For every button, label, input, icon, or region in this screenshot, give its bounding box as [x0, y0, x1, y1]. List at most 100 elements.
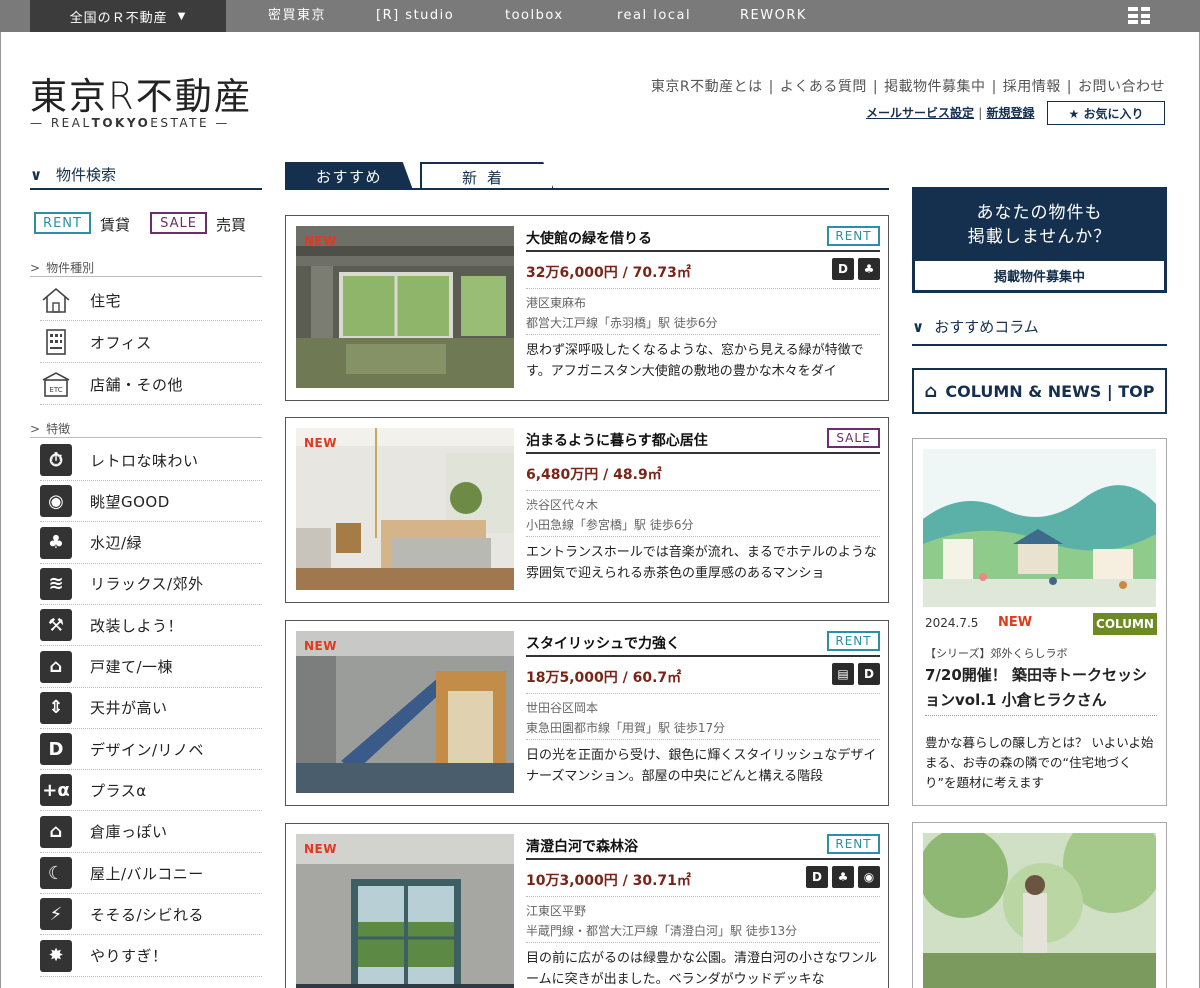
listing-description: 日の光を正面から受け、銀色に輝くスタイリッシュなデザイナーズマンション。部屋の中…	[526, 748, 877, 784]
sidebar-item-store[interactable]: ETC 店舗・その他	[40, 364, 262, 405]
sidebar-item-feature[interactable]: ⏱ レトロな味わい	[40, 440, 262, 481]
tab-new[interactable]: 新着	[420, 162, 554, 190]
sidebar-item-house[interactable]: 住宅	[40, 280, 262, 321]
top-bar: 全国のＲ不動産 ▼ 密買東京 [R] studio toolbox real l…	[0, 0, 1200, 32]
topnav-link-3[interactable]: real local	[617, 0, 691, 32]
sidebar-item-office[interactable]: オフィス	[40, 322, 262, 363]
sidebar-item-feature[interactable]: ♣ 水辺/緑	[40, 523, 262, 564]
rent-badge: RENT	[827, 834, 880, 854]
column-card[interactable]: 2024.7.5 NEW COLUMN 【シリーズ】郊外くらしラボ 7/20開催…	[912, 438, 1167, 806]
sidebar-item-feature[interactable]: ◉ 眺望GOOD	[40, 481, 262, 523]
header-link-faq[interactable]: よくある質問	[780, 79, 867, 95]
divider	[526, 288, 880, 289]
sidebar-item-feature[interactable]: ☾ 屋上/バルコニー	[40, 853, 262, 894]
header-link-contact[interactable]: お問い合わせ	[1078, 79, 1165, 95]
listing-feature-icons: D ♣ ◉	[806, 866, 880, 888]
svg-text:ETC: ETC	[49, 386, 62, 394]
listing-recruit-button[interactable]: 掲載物件募集中	[915, 261, 1164, 290]
rent-badge: RENT	[827, 226, 880, 246]
rent-filter-tag[interactable]: RENT	[34, 212, 91, 234]
listing-description: 思わず深呼吸したくなるような、窓から見える緑が特徴です。アフガニスタン大使館の敷…	[526, 343, 864, 379]
house-icon	[40, 284, 72, 316]
sidebar-item-feature[interactable]: ≋ リラックス/郊外	[40, 564, 262, 605]
divider	[925, 715, 1157, 716]
sidebar-item-feature[interactable]: +α プラスα	[40, 770, 262, 812]
listing-area: 港区東麻布	[526, 296, 587, 310]
view-icon: ◉	[858, 866, 880, 888]
listing-card[interactable]: NEW 清澄白河で森林浴 RENT 10万3,000円 / 30.71㎡ D ♣ ◉…	[285, 823, 889, 988]
chevron-down-icon: ▼	[177, 10, 187, 22]
store-icon: ETC	[40, 368, 72, 400]
retro-icon: ⏱	[40, 444, 72, 476]
column-illustration[interactable]	[923, 449, 1156, 607]
waterside-icon: ♣	[832, 866, 854, 888]
site-logo-subtitle: — REALTOKYOESTATE —	[30, 116, 230, 130]
header-link-about[interactable]: 東京R不動産とは	[651, 79, 763, 95]
sidebar-item-feature[interactable]: ⇕ 天井が高い	[40, 688, 262, 729]
listing-photo[interactable]: NEW	[296, 226, 514, 388]
sale-filter-tag[interactable]: SALE	[150, 212, 207, 234]
listing-photo[interactable]: NEW	[296, 834, 514, 988]
listing-area: 江東区平野	[526, 904, 587, 918]
listing-price: 10万3,000円 / 30.71㎡	[526, 873, 691, 889]
design-icon: D	[832, 258, 854, 280]
topnav-link-1[interactable]: [R] studio	[376, 0, 454, 32]
topnav-link-4[interactable]: REWORK	[740, 0, 807, 32]
column-photo[interactable]	[923, 833, 1156, 988]
listing-photo[interactable]: NEW	[296, 631, 514, 793]
column-news-top-button[interactable]: ⌂ COLUMN & NEWS | TOP	[912, 368, 1167, 414]
listing-price: 32万6,000円 / 70.73㎡	[526, 265, 691, 281]
sidebar-item-feature[interactable]: ✸ やりすぎ！	[40, 936, 262, 977]
sale-filter-label[interactable]: 売買	[216, 214, 246, 235]
listing-description: 目の前に広がるのは緑豊かな公園。清澄白河の小さなワンルームに突きが出ました。ベラ…	[526, 951, 878, 987]
home-icon: ⌂	[924, 380, 938, 402]
region-selector[interactable]: 全国のＲ不動産 ▼	[30, 0, 226, 32]
sidebar-item-feature[interactable]: ⚒ 改装しよう！	[40, 605, 262, 647]
topnav-link-2[interactable]: toolbox	[505, 0, 564, 32]
design-icon: D	[858, 663, 880, 685]
listing-description: エントランスホールでは音楽が流れ、まるでホテルのような雰囲気で迎えられる赤茶色の…	[526, 545, 877, 581]
listing-card[interactable]: NEW 大使館の緑を借りる RENT 32万6,000円 / 70.73㎡ D ♣…	[285, 215, 889, 401]
column-date: 2024.7.5	[925, 616, 979, 630]
listing-photo[interactable]: NEW	[296, 428, 514, 590]
rooftop-icon: ☾	[40, 857, 72, 889]
type-heading: > 物件種別	[30, 259, 262, 277]
column-tag: COLUMN	[1093, 613, 1157, 635]
listing-station: 半蔵門線・都営大江戸線「清澄白河」駅 徒歩13分	[526, 924, 798, 938]
plus-alpha-icon: +α	[40, 774, 72, 807]
listing-card[interactable]: NEW スタイリッシュで力強く RENT 18万5,000円 / 60.7㎡ ▤…	[285, 620, 889, 806]
rent-filter-label[interactable]: 賃貸	[100, 214, 130, 235]
divider	[526, 490, 880, 491]
favorites-button[interactable]: ★ お気に入り	[1047, 101, 1165, 125]
sidebar-item-feature[interactable]: ⌂ 倉庫っぽい	[40, 812, 262, 853]
menu-grid-icon[interactable]	[1128, 7, 1150, 25]
sidebar-item-feature[interactable]: ⚡ そそる/シビれる	[40, 894, 262, 936]
divider	[526, 693, 880, 694]
warehouse-icon: ⌂	[40, 815, 72, 848]
topnav-link-0[interactable]: 密買東京	[268, 0, 326, 32]
tab-recommend[interactable]: おすすめ	[285, 162, 413, 190]
column-title[interactable]: 7/20開催！ 築田寺トークセッションvol.1 小倉ヒラクさん	[925, 663, 1157, 713]
listing-area: 世田谷区岡本	[526, 701, 599, 715]
site-logo[interactable]: 東京R不動産	[30, 66, 253, 120]
sidebar-item-feature[interactable]: ⌂ 戸建て/一棟	[40, 647, 262, 688]
design-icon: D	[806, 866, 828, 888]
register-link[interactable]: 新規登録	[986, 106, 1034, 120]
view-icon: ◉	[40, 485, 72, 518]
listing-recruit-banner[interactable]: あなたの物件も 掲載しませんか？ 掲載物件募集中	[912, 187, 1167, 293]
mail-settings-link[interactable]: メールサービス設定	[866, 106, 974, 120]
header-link-jobs[interactable]: 採用情報	[1003, 79, 1061, 95]
listing-station: 都営大江戸線「赤羽橋」駅 徒歩6分	[526, 316, 718, 330]
rent-badge: RENT	[827, 631, 880, 651]
divider	[526, 896, 880, 897]
sale-badge: SALE	[827, 428, 880, 448]
divider	[526, 536, 880, 537]
header-link-listing-wanted[interactable]: 掲載物件募集中	[884, 79, 986, 95]
sidebar-item-feature[interactable]: D デザイン/リノベ	[40, 729, 262, 771]
waterside-icon: ♣	[40, 526, 72, 559]
listing-feature-icons: ▤ D	[832, 663, 880, 685]
column-card[interactable]	[912, 822, 1167, 988]
divider	[526, 334, 880, 335]
listing-card[interactable]: NEW 泊まるように暮らす都心居住 SALE 6,480万円 / 48.9㎡ 渋…	[285, 417, 889, 603]
page-border-left	[0, 32, 1, 988]
